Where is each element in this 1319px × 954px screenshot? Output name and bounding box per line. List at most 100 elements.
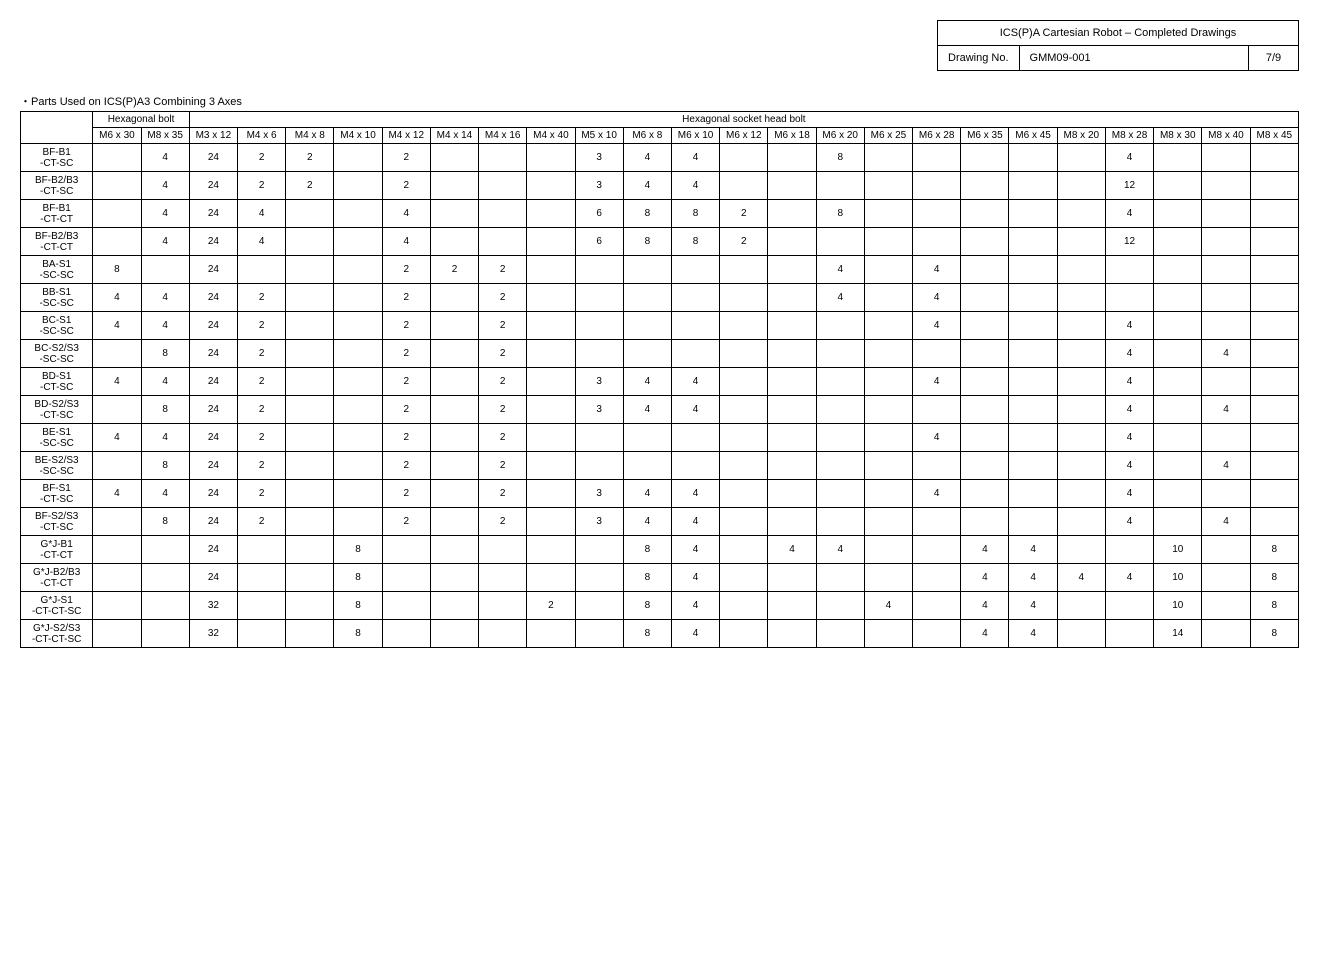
data-cell: 4: [1202, 508, 1250, 536]
row-label: BC-S2/S3-SC-SC: [21, 340, 93, 368]
data-cell: 4: [93, 368, 141, 396]
data-cell: 4: [141, 424, 189, 452]
data-cell: 2: [237, 368, 285, 396]
data-cell: [527, 396, 575, 424]
data-cell: [1057, 424, 1105, 452]
data-cell: [720, 592, 768, 620]
data-cell: 24: [189, 200, 237, 228]
data-cell: 4: [961, 620, 1009, 648]
data-cell: 2: [237, 508, 285, 536]
data-cell: [1250, 396, 1298, 424]
data-cell: [1250, 284, 1298, 312]
data-cell: [816, 172, 864, 200]
data-cell: 8: [334, 592, 382, 620]
data-cell: 3: [575, 508, 623, 536]
data-cell: [671, 424, 719, 452]
data-cell: [768, 424, 816, 452]
data-cell: [286, 508, 334, 536]
data-cell: [1250, 256, 1298, 284]
table-row: G*J-B1-CT-CT248844444108: [21, 536, 1299, 564]
table-row: BF-S2/S3-CT-SC82422234444: [21, 508, 1299, 536]
data-cell: 8: [623, 564, 671, 592]
data-cell: 2: [479, 396, 527, 424]
column-header: M4 x 40: [527, 128, 575, 144]
data-cell: [1202, 284, 1250, 312]
data-cell: [1154, 144, 1202, 172]
data-cell: 4: [816, 256, 864, 284]
data-cell: [479, 144, 527, 172]
column-header: M4 x 8: [286, 128, 334, 144]
data-cell: [1154, 340, 1202, 368]
data-cell: [479, 620, 527, 648]
data-cell: 4: [961, 564, 1009, 592]
data-cell: [768, 452, 816, 480]
data-cell: 4: [671, 620, 719, 648]
data-cell: [768, 284, 816, 312]
data-cell: [864, 452, 912, 480]
data-cell: [1057, 508, 1105, 536]
data-cell: [575, 424, 623, 452]
data-cell: 24: [189, 508, 237, 536]
data-cell: [913, 228, 961, 256]
table-row: BF-B1-CT-CT42444688284: [21, 200, 1299, 228]
data-cell: [1105, 592, 1153, 620]
data-cell: [1009, 256, 1057, 284]
data-cell: [720, 480, 768, 508]
title-box: ICS(P)A Cartesian Robot – Completed Draw…: [937, 20, 1299, 71]
group-hex-socket: Hexagonal socket head bolt: [189, 112, 1298, 128]
data-cell: [1009, 368, 1057, 396]
data-cell: 2: [237, 452, 285, 480]
data-cell: 2: [237, 340, 285, 368]
data-cell: 4: [141, 480, 189, 508]
data-cell: 2: [382, 340, 430, 368]
data-cell: [768, 508, 816, 536]
data-cell: [575, 536, 623, 564]
data-cell: [1105, 256, 1153, 284]
data-cell: [768, 564, 816, 592]
data-cell: 10: [1154, 564, 1202, 592]
data-cell: [286, 368, 334, 396]
data-cell: [1009, 200, 1057, 228]
data-cell: 2: [479, 312, 527, 340]
data-cell: [334, 200, 382, 228]
data-cell: [671, 452, 719, 480]
data-cell: [430, 228, 478, 256]
data-cell: 24: [189, 564, 237, 592]
data-cell: [961, 424, 1009, 452]
data-cell: [1202, 564, 1250, 592]
data-cell: 4: [1057, 564, 1105, 592]
data-cell: 4: [913, 480, 961, 508]
data-cell: 8: [93, 256, 141, 284]
data-cell: [961, 144, 1009, 172]
data-cell: [527, 508, 575, 536]
data-cell: [623, 312, 671, 340]
data-cell: 24: [189, 256, 237, 284]
data-cell: [1154, 368, 1202, 396]
data-cell: [527, 284, 575, 312]
data-cell: [1250, 480, 1298, 508]
data-cell: 24: [189, 536, 237, 564]
data-cell: 4: [913, 284, 961, 312]
data-cell: [913, 396, 961, 424]
data-cell: 24: [189, 312, 237, 340]
parts-table: Hexagonal bolt Hexagonal socket head bol…: [20, 111, 1299, 648]
data-cell: [286, 312, 334, 340]
row-label: BF-S1-CT-SC: [21, 480, 93, 508]
column-header: M3 x 12: [189, 128, 237, 144]
data-cell: [430, 564, 478, 592]
data-cell: [1250, 312, 1298, 340]
data-cell: [1009, 228, 1057, 256]
table-row: BE-S2/S3-SC-SC82422244: [21, 452, 1299, 480]
data-cell: [913, 508, 961, 536]
data-cell: 24: [189, 452, 237, 480]
column-header: M6 x 28: [913, 128, 961, 144]
data-cell: [1250, 200, 1298, 228]
data-cell: [961, 200, 1009, 228]
data-cell: [816, 424, 864, 452]
table-row: BE-S1-SC-SC442422244: [21, 424, 1299, 452]
data-cell: 4: [913, 256, 961, 284]
data-cell: 4: [1009, 620, 1057, 648]
data-cell: [1202, 368, 1250, 396]
column-header: M8 x 40: [1202, 128, 1250, 144]
table-row: BC-S1-SC-SC442422244: [21, 312, 1299, 340]
